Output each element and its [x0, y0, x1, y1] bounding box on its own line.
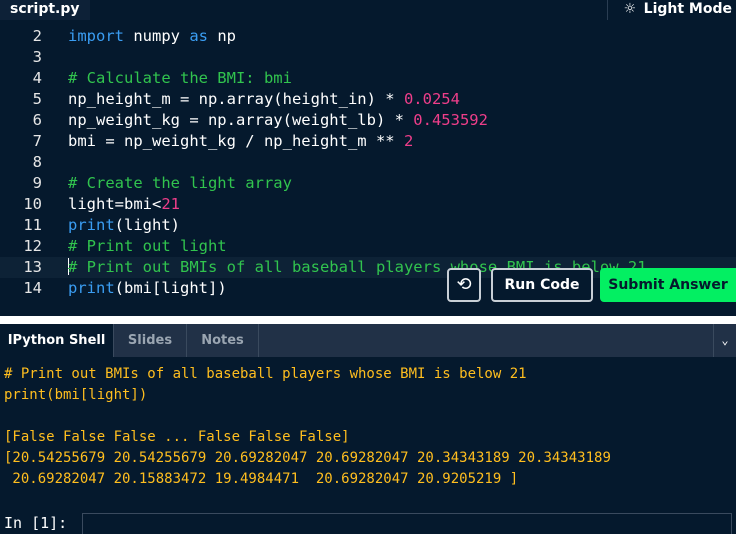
reset-code-button[interactable]: ⟲	[447, 268, 481, 302]
line-number: 5	[32, 90, 42, 108]
code-token: np	[208, 27, 236, 45]
code-token: light=bmi<	[68, 195, 162, 213]
line-number: 13	[23, 258, 42, 276]
code-text: print(bmi[light])	[68, 278, 227, 299]
code-editor[interactable]: 2 import numpy as np 3 4 # Calculate the BMI…	[0, 20, 736, 300]
code-token: (light)	[114, 216, 180, 234]
code-text: # Calculate the BMI: bmi	[68, 68, 292, 89]
console-output-line: # Print out BMIs of all baseball players…	[4, 366, 527, 382]
line-number: 11	[23, 216, 42, 234]
console-output-line: print(bmi[light])	[4, 387, 148, 403]
console-output-line: [False False False ... False False False…	[4, 429, 350, 445]
code-line[interactable]: 6 np_weight_kg = np.array(weight_lb) * 0.…	[0, 110, 736, 131]
code-token: # Create the light array	[68, 174, 292, 192]
top-bar: script.py ☼ Light Mode	[0, 0, 736, 20]
shell-input[interactable]	[82, 513, 732, 534]
code-line[interactable]: 12 # Print out light	[0, 236, 736, 257]
run-code-button[interactable]: Run Code	[491, 268, 593, 302]
code-line[interactable]: 3	[0, 47, 736, 68]
code-token: (bmi[light])	[114, 279, 227, 297]
code-token: 2	[403, 132, 414, 150]
code-line[interactable]: 5 np_height_m = np.array(height_in) * 0.0…	[0, 89, 736, 110]
code-token: np_weight_kg = np.array(weight_lb) *	[68, 111, 414, 129]
submit-answer-button[interactable]: Submit Answer	[600, 268, 736, 302]
line-number: 4	[32, 69, 42, 87]
code-line[interactable]: 11 print(light)	[0, 215, 736, 236]
ipython-console: # Print out BMIs of all baseball players…	[0, 357, 736, 534]
line-number: 14	[23, 279, 42, 297]
line-number: 9	[32, 174, 42, 192]
code-token: print	[68, 216, 115, 234]
sun-icon: ☼	[623, 1, 637, 17]
code-text: bmi = np_weight_kg / np_height_m ** 2	[68, 131, 413, 152]
light-mode-toggle[interactable]: ☼ Light Mode	[606, 0, 736, 20]
code-line[interactable]: 10 light=bmi<21	[0, 194, 736, 215]
line-number: 6	[32, 111, 42, 129]
line-number: 7	[32, 132, 42, 150]
shell-prompt: In [1]:	[4, 514, 68, 532]
line-number: 3	[32, 48, 42, 66]
code-token: print	[68, 279, 115, 297]
code-token: 0.0254	[403, 90, 460, 108]
code-token: as	[189, 27, 208, 45]
code-text: print(light)	[68, 215, 180, 236]
code-line[interactable]: 2 import numpy as np	[0, 26, 736, 47]
shell-tab-bar: IPython Shell Slides Notes ⌄	[0, 324, 736, 357]
tab-notes[interactable]: Notes	[187, 324, 259, 357]
code-token: import	[68, 27, 124, 45]
code-text: np_height_m = np.array(height_in) * 0.02…	[68, 89, 460, 110]
line-number: 2	[32, 27, 42, 45]
code-line[interactable]: 8	[0, 152, 736, 173]
code-token: 0.453592	[413, 111, 488, 129]
code-token: bmi = np_weight_kg / np_height_m **	[68, 132, 404, 150]
file-tab-script[interactable]: script.py	[0, 0, 90, 20]
code-token: # Print out light	[68, 237, 227, 255]
line-number: 8	[32, 153, 42, 171]
code-text: # Print out light	[68, 236, 227, 257]
code-token: 21	[161, 195, 180, 213]
line-number: 10	[23, 195, 42, 213]
pane-divider[interactable]	[0, 316, 736, 324]
tab-ipython-shell[interactable]: IPython Shell	[0, 324, 114, 357]
code-token: numpy	[124, 27, 190, 45]
console-output-line: 20.69282047 20.15883472 19.4984471 20.69…	[4, 471, 519, 487]
chevron-down-icon[interactable]: ⌄	[713, 324, 736, 357]
code-token: # Calculate the BMI: bmi	[68, 69, 292, 87]
code-text: np_weight_kg = np.array(weight_lb) * 0.4…	[68, 110, 488, 131]
light-mode-label: Light Mode	[643, 1, 732, 17]
console-output-line: [20.54255679 20.54255679 20.69282047 20.…	[4, 450, 611, 466]
code-line[interactable]: 7 bmi = np_weight_kg / np_height_m ** 2	[0, 131, 736, 152]
code-text: # Create the light array	[68, 173, 292, 194]
line-number: 12	[23, 237, 42, 255]
reset-icon: ⟲	[456, 274, 472, 295]
code-line[interactable]: 4 # Calculate the BMI: bmi	[0, 68, 736, 89]
code-line[interactable]: 9 # Create the light array	[0, 173, 736, 194]
code-text: light=bmi<21	[68, 194, 180, 215]
code-token: np_height_m = np.array(height_in) *	[68, 90, 404, 108]
code-text: import numpy as np	[68, 26, 236, 47]
tab-slides[interactable]: Slides	[114, 324, 187, 357]
